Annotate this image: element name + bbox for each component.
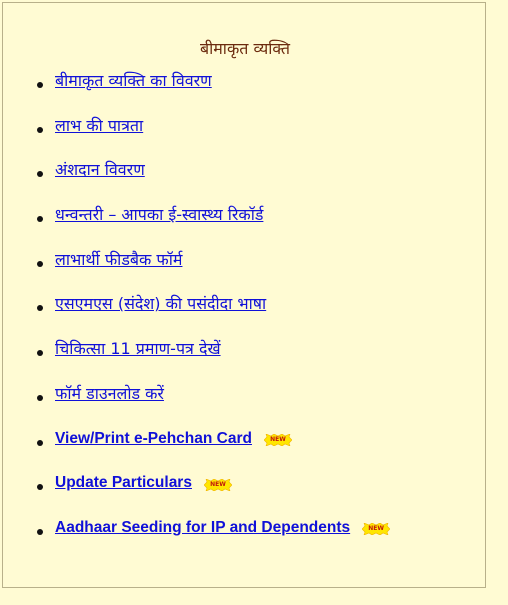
link-ip-details[interactable]: बीमाकृत व्यक्ति का विवरण [55, 71, 212, 91]
bullet-icon [37, 216, 43, 223]
list-item: बीमाकृत व्यक्ति का विवरण [3, 67, 483, 112]
bullet-icon [37, 126, 43, 133]
new-badge-text: NEW [368, 525, 385, 533]
link-list: बीमाकृत व्यक्ति का विवरण लाभ की पात्रता … [3, 67, 483, 559]
link-beneficiary-feedback-form[interactable]: लाभार्थी फीडबैक फॉर्म [55, 250, 182, 270]
bullet-icon [37, 305, 43, 312]
bullet-icon [37, 484, 43, 491]
list-item: अंशदान विवरण [3, 156, 483, 201]
insured-person-panel: बीमाकृत व्यक्ति बीमाकृत व्यक्ति का विवरण… [2, 2, 486, 588]
link-aadhaar-seeding[interactable]: Aadhaar Seeding for IP and Dependents [55, 518, 350, 538]
new-starburst-icon: NEW [203, 478, 232, 491]
list-item: चिकित्सा 11 प्रमाण-पत्र देखें [3, 335, 483, 380]
bullet-icon [37, 260, 43, 267]
link-update-particulars[interactable]: Update Particulars [55, 473, 192, 493]
list-item: फॉर्म डाउनलोड करें [3, 380, 483, 425]
panel-title: बीमाकृत व्यक्ति [199, 39, 291, 58]
new-starburst-icon: NEW [263, 433, 292, 446]
list-item: लाभ की पात्रता [3, 112, 483, 157]
list-item: एसएमएस (संदेश) की पसंदीदा भाषा [3, 290, 483, 335]
list-item: धन्वन्तरी – आपका ई-स्वास्थ्य रिकॉर्ड [3, 201, 483, 246]
list-item: Aadhaar Seeding for IP and Dependents NE… [3, 514, 483, 559]
bullet-icon [37, 394, 43, 401]
new-badge-text: NEW [270, 435, 286, 443]
bullet-icon [37, 171, 43, 178]
bullet-icon [37, 82, 43, 88]
new-starburst-icon: NEW [362, 523, 391, 536]
bullet-icon [37, 439, 43, 446]
link-epehchan-card[interactable]: View/Print e-Pehchan Card [55, 429, 252, 449]
link-contribution-details[interactable]: अंशदान विवरण [55, 160, 145, 180]
link-benefit-eligibility[interactable]: लाभ की पात्रता [55, 116, 143, 136]
link-sms-language-preference[interactable]: एसएमएस (संदेश) की पसंदीदा भाषा [55, 294, 266, 314]
bullet-icon [37, 528, 43, 535]
list-item: View/Print e-Pehchan Card NEW [3, 425, 483, 470]
bullet-icon [37, 350, 43, 357]
list-item: लाभार्थी फीडबैक फॉर्म [3, 246, 483, 291]
link-form-download[interactable]: फॉर्म डाउनलोड करें [55, 384, 164, 404]
link-dhanvantari-ehealth-record[interactable]: धन्वन्तरी – आपका ई-स्वास्थ्य रिकॉर्ड [55, 205, 263, 225]
link-medical-certificate-11[interactable]: चिकित्सा 11 प्रमाण-पत्र देखें [55, 339, 221, 359]
new-badge-text: NEW [210, 480, 226, 488]
list-item: Update Particulars NEW [3, 469, 483, 514]
